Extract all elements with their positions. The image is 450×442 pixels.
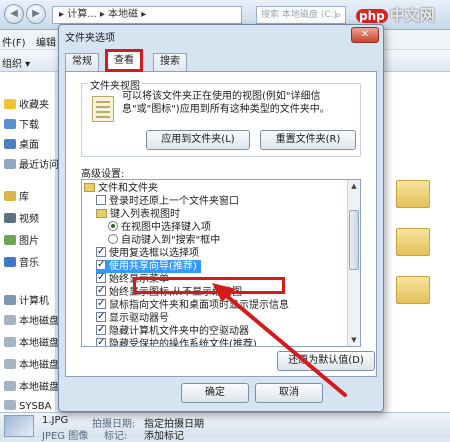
annotation-arrow [212,283,347,397]
